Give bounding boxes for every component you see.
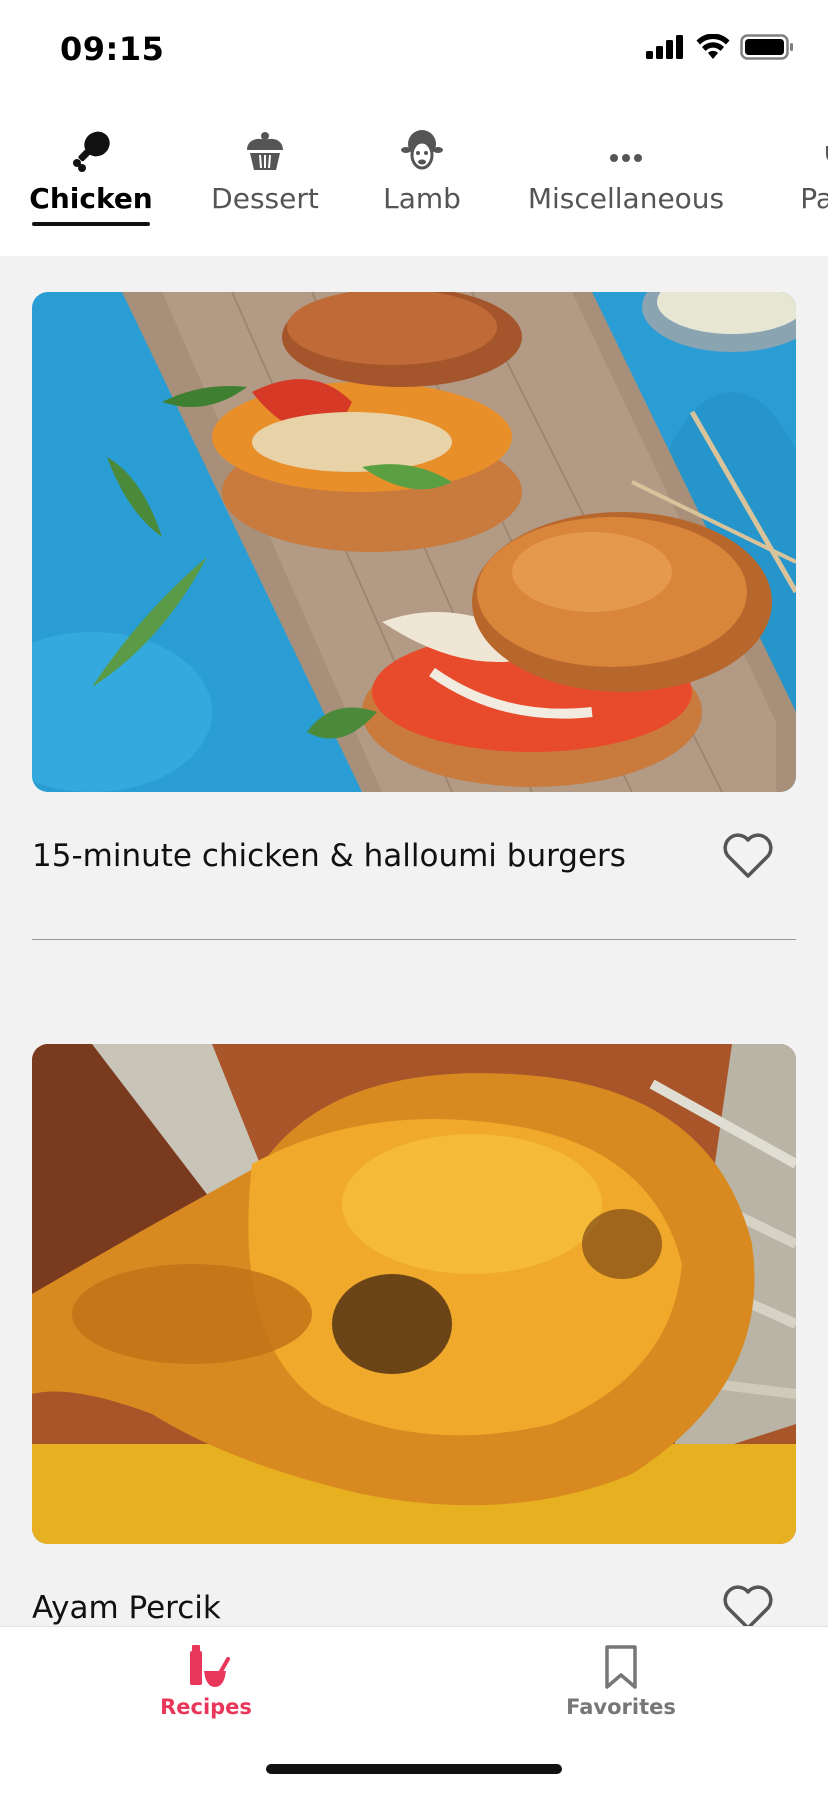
tab-label: Miscellaneous xyxy=(527,182,725,215)
favorite-button[interactable] xyxy=(722,1584,774,1632)
tab-label: Pasta xyxy=(800,182,828,215)
recipe-image[interactable] xyxy=(32,292,796,792)
drumstick-icon xyxy=(69,128,113,172)
tabbar-item-favorites[interactable]: Favorites xyxy=(521,1645,721,1719)
tab-lamb[interactable]: Lamb xyxy=(381,128,463,256)
status-icons xyxy=(646,34,794,60)
tabbar-label: Favorites xyxy=(566,1695,676,1719)
category-tabs: Chicken Dessert Lamb Miscellaneous Pa xyxy=(0,100,828,256)
recipes-icon xyxy=(190,1645,230,1687)
heart-icon xyxy=(723,833,773,878)
heart-icon xyxy=(723,1585,773,1630)
tab-label: Dessert xyxy=(211,182,319,215)
tab-dessert[interactable]: Dessert xyxy=(210,128,320,256)
favorite-button[interactable] xyxy=(722,832,774,880)
more-dots-icon xyxy=(604,128,648,172)
battery-icon xyxy=(740,34,793,60)
tab-pasta[interactable]: Pasta xyxy=(788,128,828,256)
tab-chicken[interactable]: Chicken xyxy=(29,128,153,256)
recipe-image[interactable] xyxy=(32,1044,796,1544)
sheep-icon xyxy=(400,128,444,172)
tabbar-label: Recipes xyxy=(160,1695,252,1719)
cupcake-icon xyxy=(243,128,287,172)
tabbar-item-recipes[interactable]: Recipes xyxy=(106,1645,306,1719)
recipe-title[interactable]: Ayam Percik xyxy=(32,1590,221,1626)
bookmark-icon xyxy=(605,1645,637,1689)
wifi-icon xyxy=(696,34,730,59)
status-time: 09:15 xyxy=(60,30,165,68)
status-bar: 09:15 xyxy=(0,0,828,100)
active-tab-indicator xyxy=(32,222,150,226)
signal-icon xyxy=(646,35,683,59)
home-indicator xyxy=(266,1764,562,1774)
recipe-title[interactable]: 15-minute chicken & halloumi burgers xyxy=(32,838,626,874)
fork-icon xyxy=(816,128,828,172)
tab-miscellaneous[interactable]: Miscellaneous xyxy=(524,128,728,256)
tab-label: Chicken xyxy=(29,182,153,215)
divider xyxy=(32,939,796,940)
tab-label: Lamb xyxy=(383,182,461,215)
